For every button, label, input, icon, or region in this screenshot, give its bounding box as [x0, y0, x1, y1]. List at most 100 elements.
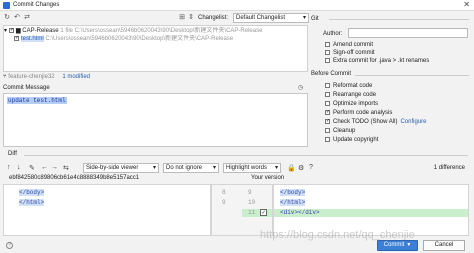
changelist-label: Changelist:	[198, 15, 229, 21]
file-path: C:\Users\ossean\5946b0620043\90\Desktop\…	[45, 36, 234, 42]
checkbox[interactable]	[325, 82, 330, 88]
added-marker	[242, 209, 272, 217]
cancel-button[interactable]: Cancel	[423, 240, 465, 251]
checkbox[interactable]	[325, 91, 330, 97]
changelist-dropdown[interactable]: Default Changelist ▾	[233, 13, 309, 23]
window-title: Commit Changes	[13, 2, 60, 8]
whitespace-value: Do not ignore	[166, 165, 203, 171]
option-label: Amend commit	[333, 42, 374, 48]
rollback-icon[interactable]: ↶	[13, 14, 21, 22]
checkbox[interactable]	[325, 57, 330, 63]
checkbox[interactable]	[325, 117, 330, 125]
changelist-value: Default Changelist	[236, 15, 286, 21]
root-checkbox[interactable]	[9, 27, 14, 34]
edit-icon[interactable]: ✎	[29, 164, 35, 172]
arrow-up-icon[interactable]: ↑	[7, 164, 11, 171]
chevron-down-icon: ▾	[212, 165, 216, 171]
left-line-number: 8	[222, 189, 226, 196]
chevron-down-icon: ▾	[274, 165, 278, 171]
help-button[interactable]: ?	[6, 242, 13, 249]
chevron-down-icon[interactable]: ▼	[406, 242, 411, 248]
checkbox[interactable]	[325, 136, 330, 142]
diff-left-pane[interactable]: </body> </html>	[3, 184, 211, 236]
commit-changes-window: Commit Changes ✕ ↻ ↶ ⇄ ⊞ ⇕ Changelist: D…	[0, 0, 474, 253]
expand-all-icon[interactable]: ⇕	[187, 14, 195, 22]
option-code-analysis[interactable]: Perform code analysis	[325, 108, 393, 117]
folder-icon: ▆	[16, 28, 21, 34]
highlight-value: Highlight words	[226, 165, 268, 171]
chevron-down-icon: ▾	[302, 15, 306, 21]
checkbox[interactable]	[325, 41, 330, 47]
help-icon[interactable]: ?	[309, 164, 313, 171]
code-line: <div></div>	[280, 209, 320, 217]
option-amend-commit[interactable]: Amend commit	[325, 41, 373, 49]
show-diff-icon[interactable]: ⇄	[23, 14, 31, 22]
option-extra-commit[interactable]: Extra commit for .java > .kt renames	[325, 57, 429, 65]
option-label: Check TODO (Show All)	[333, 119, 398, 125]
checkbox[interactable]	[325, 100, 330, 106]
changes-tree: ▾▆ CAP-Release 1 file C:\Users\ossean\59…	[3, 25, 308, 72]
option-label: Sign-off commit	[333, 50, 375, 56]
close-icon[interactable]: ✕	[463, 0, 470, 9]
checkbox[interactable]	[325, 127, 330, 133]
code-line: </body>	[280, 189, 306, 197]
arrow-down-icon[interactable]: ↓	[17, 164, 21, 171]
title-bar: Commit Changes ✕	[0, 0, 474, 11]
left-line-number: 9	[222, 199, 226, 206]
compare-icon[interactable]: ⇆	[63, 164, 69, 172]
option-check-todo[interactable]: Check TODO (Show All)Configure	[325, 117, 426, 126]
root-name: CAP-Release	[22, 28, 59, 34]
viewer-dropdown[interactable]: Side-by-side viewer ▾	[83, 163, 159, 173]
lock-icon[interactable]: 🔒	[287, 164, 296, 172]
commit-button[interactable]: Commit ▼	[377, 240, 418, 251]
option-label: Reformat code	[333, 83, 373, 89]
checkbox[interactable]	[325, 49, 330, 55]
option-reformat-code[interactable]: Reformat code	[325, 82, 372, 90]
options-panel: Git Author: Amend commit Sign-off commit…	[311, 13, 471, 153]
changes-toolbar: ↻ ↶ ⇄ ⊞ ⇕ Changelist: Default Changelist…	[3, 13, 309, 24]
code-text: </body>	[280, 189, 306, 196]
code-line: </html>	[19, 199, 45, 207]
option-label: Extra commit for .java > .kt renames	[333, 58, 430, 64]
option-label: Perform code analysis	[333, 110, 393, 116]
commit-message-input[interactable]: update test.html	[3, 93, 308, 147]
tree-row-root[interactable]: ▾▆ CAP-Release 1 file C:\Users\ossean\59…	[4, 27, 307, 35]
checkbox[interactable]	[325, 108, 330, 116]
option-label: Cleanup	[333, 128, 356, 134]
configure-link[interactable]: Configure	[400, 119, 426, 125]
code-text: <div></div>	[280, 209, 320, 216]
include-change-checkbox[interactable]: ✓	[260, 209, 267, 216]
code-line: </body>	[19, 189, 45, 197]
divider	[355, 75, 469, 76]
arrow-left-icon[interactable]: ←	[41, 164, 48, 171]
option-label: Update copyright	[333, 137, 379, 143]
author-field[interactable]	[348, 28, 468, 38]
refresh-icon[interactable]: ↻	[3, 14, 11, 22]
option-label: Rearrange code	[333, 92, 377, 98]
option-rearrange-code[interactable]: Rearrange code	[325, 91, 376, 99]
option-sign-off[interactable]: Sign-off commit	[325, 49, 375, 57]
option-cleanup[interactable]: Cleanup	[325, 127, 355, 135]
code-text: </html>	[280, 199, 306, 206]
left-revision-hash: ebf842580c89806cb61e4c8888349b8e5157acc1	[9, 175, 140, 181]
code-text: </body>	[19, 189, 45, 196]
right-revision-title: Your version	[251, 175, 285, 181]
before-commit-title: Before Commit	[311, 71, 352, 77]
option-optimize-imports[interactable]: Optimize imports	[325, 100, 378, 108]
history-icon[interactable]: ◷	[298, 84, 303, 91]
group-by-icon[interactable]: ⊞	[178, 14, 186, 22]
file-name: test.html	[21, 36, 44, 42]
right-line-number: 9	[248, 189, 252, 196]
app-icon	[3, 2, 10, 9]
tree-row-file[interactable]: test.html C:\Users\ossean\5946b0620043\9…	[14, 35, 317, 43]
whitespace-dropdown[interactable]: Do not ignore ▾	[163, 163, 219, 173]
status-bar: ⑂ feature-chenjie32 1 modified	[3, 73, 308, 82]
arrow-right-icon[interactable]: →	[51, 164, 58, 171]
option-update-copyright[interactable]: Update copyright	[325, 136, 378, 144]
viewer-value: Side-by-side viewer	[86, 165, 139, 171]
divider	[24, 155, 468, 156]
diff-toolbar: ↑ ↓ ✎ ← → ⇆ Side-by-side viewer ▾ Do not …	[3, 163, 469, 173]
settings-icon[interactable]: ⚙	[298, 164, 304, 172]
file-checkbox[interactable]	[14, 35, 19, 42]
highlight-dropdown[interactable]: Highlight words ▾	[223, 163, 281, 173]
